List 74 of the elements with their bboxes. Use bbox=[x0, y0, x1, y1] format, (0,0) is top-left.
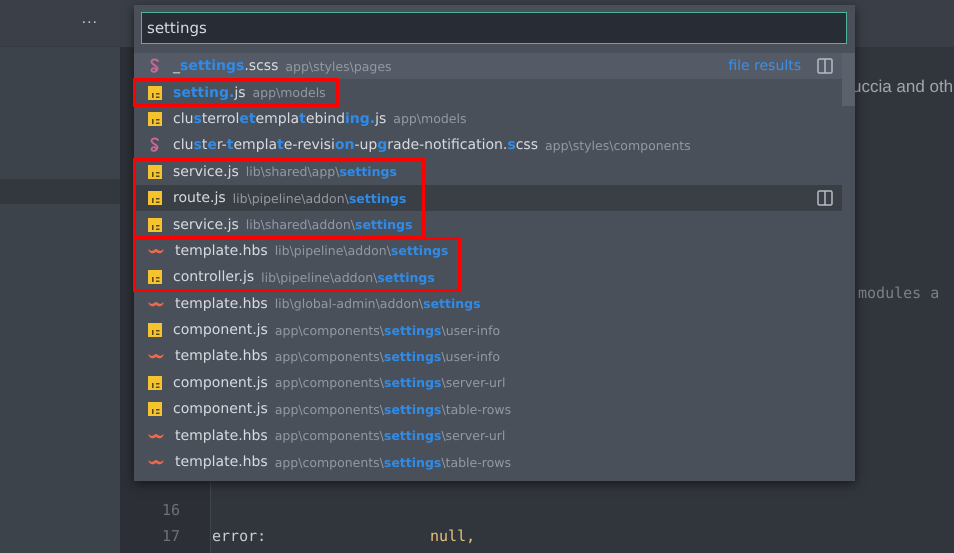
mustache-icon bbox=[148, 246, 164, 255]
file-name: component.js bbox=[173, 322, 268, 338]
result-item[interactable]: component.js app\components\settings\table-rows bbox=[134, 396, 842, 422]
file-name: cluster-template-revision-upgrade-notification.scss bbox=[173, 137, 538, 154]
code-text: error: bbox=[212, 526, 268, 545]
file-name: component.js bbox=[173, 374, 268, 391]
result-item[interactable]: clusterroletemplatebinding.js app\models bbox=[134, 106, 842, 132]
scrollbar-thumb[interactable] bbox=[842, 53, 855, 106]
file-name: _settings.scss bbox=[173, 58, 278, 74]
mustache-icon bbox=[148, 352, 164, 360]
code-text: null, bbox=[430, 526, 476, 545]
file-path: lib\pipeline\addon\settings bbox=[232, 190, 406, 206]
script-file-icon bbox=[148, 323, 162, 338]
file-path: app\components\settings\server-url bbox=[274, 375, 506, 390]
mustache-icon bbox=[148, 300, 164, 308]
script-file-icon bbox=[148, 191, 162, 206]
file-path: app\components\settings\user-info bbox=[274, 348, 500, 364]
file-path: app\components\settings\table-rows bbox=[274, 402, 512, 417]
result-item[interactable]: _settings.scss app\styles\pages file results bbox=[134, 53, 842, 80]
result-item[interactable]: component.js app\components\settings\user-info bbox=[134, 316, 842, 344]
search-field[interactable]: settings bbox=[141, 12, 847, 44]
result-item[interactable]: template.hbs app\components\settings\server-url bbox=[134, 422, 842, 449]
result-item[interactable]: template.hbs app\components\settings\table-rows bbox=[134, 448, 842, 476]
script-file-icon bbox=[148, 402, 162, 416]
result-item[interactable]: service.js lib\shared\app\settings bbox=[134, 158, 842, 185]
code-text: modules a bbox=[858, 284, 940, 302]
result-item[interactable]: component.js app\components\settings\server-url bbox=[134, 370, 842, 396]
file-path: app\styles\components bbox=[545, 138, 691, 153]
split-view-icon bbox=[817, 58, 833, 74]
file-path: app\components\settings\user-info bbox=[274, 322, 500, 338]
file-name: route.js bbox=[173, 190, 226, 206]
file-path: app\components\settings\server-url bbox=[274, 428, 506, 444]
script-file-icon bbox=[148, 270, 162, 284]
script-file-icon bbox=[148, 86, 162, 100]
file-path: lib\global-admin\addon\settings bbox=[274, 296, 481, 312]
result-item[interactable]: setting.js app\models bbox=[134, 79, 842, 106]
result-item[interactable]: route.js lib\pipeline\addon\settings bbox=[134, 184, 842, 212]
file-name: template.hbs bbox=[175, 348, 268, 364]
mustache-icon bbox=[148, 458, 164, 466]
file-name: setting.js bbox=[173, 84, 246, 101]
result-item[interactable]: controller.js lib\pipeline\addon\settings bbox=[134, 264, 842, 291]
file-path: lib\shared\addon\settings bbox=[246, 217, 412, 232]
result-item[interactable]: template.hbs app\components\settings\user-info bbox=[134, 343, 842, 370]
file-path: app\models bbox=[252, 85, 326, 100]
split-view-icon bbox=[817, 190, 833, 206]
file-name: component.js bbox=[173, 401, 268, 418]
script-file-icon bbox=[148, 218, 162, 232]
file-name: service.js bbox=[173, 164, 239, 180]
file-name: template.hbs bbox=[175, 242, 268, 259]
line-number: 17 bbox=[160, 526, 180, 545]
script-file-icon bbox=[148, 112, 162, 126]
file-path: lib\shared\app\settings bbox=[246, 164, 397, 180]
file-path: lib\pipeline\addon\settings bbox=[274, 243, 448, 258]
file-path: app\components\settings\table-rows bbox=[274, 454, 511, 470]
file-name: template.hbs bbox=[175, 454, 268, 470]
file-name: template.hbs bbox=[175, 428, 268, 444]
result-item[interactable]: template.hbs lib\global-admin\addon\settings bbox=[134, 290, 842, 317]
file-path: lib\pipeline\addon\settings bbox=[261, 270, 435, 285]
file-name: clusterroletemplatebinding.js bbox=[173, 110, 386, 127]
swirl-icon bbox=[148, 58, 162, 74]
result-item[interactable]: template.hbs lib\pipeline\addon\settings bbox=[134, 238, 842, 264]
file-name: controller.js bbox=[173, 269, 254, 286]
file-name: service.js bbox=[173, 216, 239, 233]
result-item[interactable]: cluster-template-revision-upgrade-notification.scss app\styles\components bbox=[134, 132, 842, 159]
more-menu[interactable]: ··· bbox=[82, 15, 98, 31]
mustache-icon bbox=[148, 432, 164, 440]
file-path: app\styles\pages bbox=[285, 58, 392, 74]
file-name: template.hbs bbox=[175, 296, 268, 312]
result-item[interactable]: service.js lib\shared\addon\settings bbox=[134, 211, 842, 238]
script-file-icon bbox=[148, 376, 162, 390]
file-path: app\models bbox=[393, 111, 466, 126]
line-number: 16 bbox=[160, 500, 180, 519]
swirl-icon bbox=[148, 137, 162, 154]
script-file-icon bbox=[148, 164, 162, 179]
